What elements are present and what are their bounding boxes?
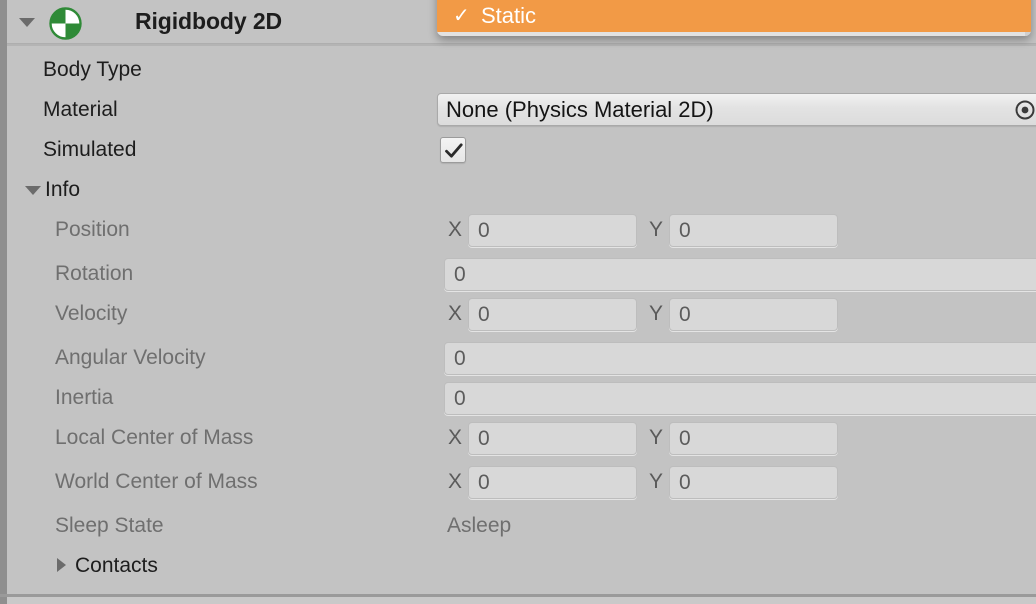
body-type-dropdown-menu[interactable]: Dynamic Kinematic ✓ Static (437, 0, 1031, 36)
inertia-value: 0 (454, 386, 466, 410)
label-angular-velocity: Angular Velocity (55, 346, 206, 369)
material-value: None (Physics Material 2D) (446, 96, 714, 122)
object-picker-icon[interactable] (1013, 98, 1036, 122)
world-center-of-mass-y-value: 0 (679, 470, 691, 494)
sleep-state-value: Asleep (447, 514, 512, 537)
angular-velocity-field[interactable]: 0 (444, 342, 1036, 375)
label-position: Position (55, 218, 130, 241)
world-center-of-mass-x-field[interactable]: 0 (468, 466, 637, 499)
angular-velocity-value: 0 (454, 346, 466, 370)
inertia-field[interactable]: 0 (444, 382, 1036, 415)
contacts-section-label: Contacts (75, 554, 158, 577)
label-body-type: Body Type (43, 58, 142, 81)
info-triangle-down-icon[interactable] (25, 186, 41, 195)
label-velocity: Velocity (55, 302, 128, 325)
inspector-window: Rigidbody 2D Body Type Material None (Ph… (0, 0, 1036, 604)
header-divider (7, 43, 1036, 46)
local-center-of-mass-x-field[interactable]: 0 (468, 422, 637, 455)
position-x-value: 0 (478, 218, 490, 242)
velocity-axis-x-label: X (448, 302, 463, 325)
contacts-triangle-right-icon[interactable] (57, 558, 66, 572)
local-center-of-mass-x-value: 0 (478, 426, 490, 450)
position-x-field[interactable]: 0 (468, 214, 637, 247)
world-center-of-mass-x-value: 0 (478, 470, 490, 494)
world-center-of-mass-axis-x-label: X (448, 470, 463, 493)
panel-bottom-strip (0, 597, 1036, 604)
velocity-y-field[interactable]: 0 (669, 298, 838, 331)
label-sleep-state: Sleep State (55, 514, 164, 537)
local-center-of-mass-y-field[interactable]: 0 (669, 422, 838, 455)
panel-left-border (0, 0, 7, 596)
position-y-field[interactable]: 0 (669, 214, 838, 247)
position-axis-y-label: Y (649, 218, 664, 241)
position-axis-x-label: X (448, 218, 463, 241)
triangle-down-icon[interactable] (19, 18, 35, 27)
world-center-of-mass-axis-y-label: Y (649, 470, 664, 493)
velocity-x-value: 0 (478, 302, 490, 326)
rigidbody2d-inspector: Rigidbody 2D Body Type Material None (Ph… (7, 0, 1036, 596)
material-object-field[interactable]: None (Physics Material 2D) (437, 93, 1036, 126)
dropdown-item-static[interactable]: ✓ Static (437, 0, 1031, 32)
label-world-center-of-mass: World Center of Mass (55, 470, 258, 493)
label-rotation: Rotation (55, 262, 134, 285)
world-center-of-mass-y-field[interactable]: 0 (669, 466, 838, 499)
dropdown-item-label: Static (481, 3, 537, 28)
local-center-of-mass-axis-y-label: Y (649, 426, 664, 449)
velocity-y-value: 0 (679, 302, 691, 326)
velocity-axis-y-label: Y (649, 302, 664, 325)
panel-bottom-left-border (0, 597, 7, 604)
rotation-value: 0 (454, 262, 466, 286)
local-center-of-mass-axis-x-label: X (448, 426, 463, 449)
velocity-x-field[interactable]: 0 (468, 298, 637, 331)
simulated-checkbox[interactable] (440, 137, 466, 163)
position-y-value: 0 (679, 218, 691, 242)
label-local-center-of-mass: Local Center of Mass (55, 426, 254, 449)
component-title: Rigidbody 2D (135, 8, 283, 34)
rotation-field[interactable]: 0 (444, 258, 1036, 291)
label-simulated: Simulated (43, 138, 137, 161)
label-material: Material (43, 98, 118, 121)
checkmark-icon: ✓ (453, 5, 470, 27)
label-inertia: Inertia (55, 386, 114, 409)
local-center-of-mass-y-value: 0 (679, 426, 691, 450)
info-section-label: Info (45, 178, 81, 201)
rigidbody2d-icon (49, 7, 82, 40)
